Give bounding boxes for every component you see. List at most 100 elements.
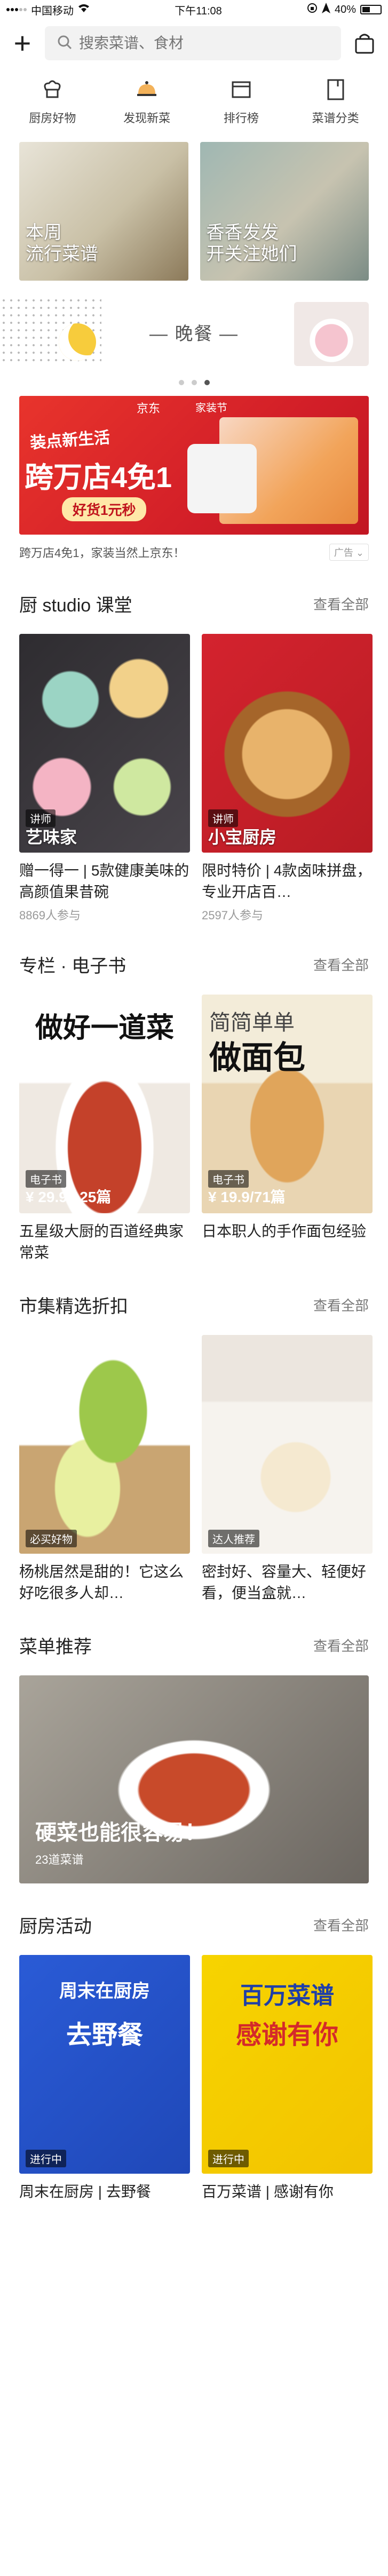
ebook-cover: 做好一道菜 电子书 ¥ 29.9/125篇 bbox=[19, 995, 190, 1213]
course-participants: 2597人参与 bbox=[202, 909, 263, 922]
jd-logo: 京东 bbox=[137, 402, 161, 415]
quick-nav-label: 菜谱分类 bbox=[312, 112, 359, 125]
dish-cover-icon bbox=[135, 78, 159, 101]
feature-tile-text: 香香发发 开关注她们 bbox=[207, 222, 297, 265]
event-cards: 周末在厨房 去野餐 进行中 周末在厨房 | 去野餐 百万菜谱 感谢有你 进行中 … bbox=[0, 1955, 388, 2203]
event-status-badge: 进行中 bbox=[208, 2150, 249, 2167]
see-all-link[interactable]: 查看全部 bbox=[313, 955, 369, 974]
ebook-title: 五星级大厨的百道经典家常菜 bbox=[19, 1223, 184, 1261]
see-all-link[interactable]: 查看全部 bbox=[313, 1635, 369, 1655]
product-card[interactable]: 达人推荐 密封好、容量大、轻便好看，便当盒就… bbox=[202, 1335, 373, 1604]
see-all-link[interactable]: 查看全部 bbox=[313, 1295, 369, 1315]
meal-thumbnail[interactable] bbox=[294, 302, 369, 366]
quick-nav-label: 厨房好物 bbox=[29, 112, 76, 125]
ebook-card[interactable]: 简简单单 做面包 电子书 ¥ 19.9/71篇 日本职人的手作面包经验 bbox=[202, 995, 373, 1263]
wifi-icon bbox=[78, 3, 90, 16]
feature-tile-weekly-popular[interactable]: 本周 流行菜谱 bbox=[19, 142, 188, 281]
quick-nav: 厨房好物 发现新菜 排行榜 菜谱分类 bbox=[0, 67, 388, 137]
poster-top-text: 周末在厨房 bbox=[59, 1981, 150, 2001]
event-card[interactable]: 百万菜谱 感谢有你 进行中 百万菜谱 | 感谢有你 bbox=[202, 1955, 373, 2203]
ebook-card[interactable]: 做好一道菜 电子书 ¥ 29.9/125篇 五星级大厨的百道经典家常菜 bbox=[19, 995, 190, 1263]
banner-headline: 装点新生活 bbox=[29, 428, 111, 452]
ebook-title: 日本职人的手作面包经验 bbox=[202, 1223, 367, 1239]
banner-illustration bbox=[187, 417, 358, 524]
feature-tile-line: 香香发发 bbox=[206, 222, 279, 243]
section-title: 厨房活动 bbox=[19, 1916, 92, 1937]
ad-banner[interactable]: 京东 家装节 装点新生活 跨万店4免1 好货1元秒 bbox=[19, 396, 369, 535]
ad-caption: 跨万店4免1，家装当然上京东！ bbox=[19, 546, 185, 560]
chef-hat-icon bbox=[41, 78, 64, 101]
battery-icon bbox=[360, 5, 382, 14]
feature-tile-text: 本周 流行菜谱 bbox=[26, 222, 98, 265]
menu-card-count: 23道菜谱 bbox=[35, 1853, 84, 1866]
ebook-cover-title: 做面包 bbox=[209, 1040, 305, 1076]
section-title: 菜单推荐 bbox=[19, 1636, 92, 1657]
section-header-studio: 厨 studio 课堂 查看全部 bbox=[0, 585, 388, 622]
quick-nav-ranking[interactable]: 排行榜 bbox=[204, 78, 279, 131]
product-image: 必买好物 bbox=[19, 1335, 190, 1554]
product-badge: 达人推荐 bbox=[208, 1530, 259, 1547]
course-card[interactable]: 讲师 小宝厨房 限时特价 | 4款卤味拼盘，专业开店百… 2597人参与 bbox=[202, 634, 373, 923]
top-bar: + bbox=[0, 19, 388, 67]
feature-tiles: 本周 流行菜谱 香香发发 开关注她们 bbox=[0, 142, 388, 281]
event-title: 百万菜谱 | 感谢有你 bbox=[202, 2183, 334, 2200]
banner-cta: 好货1元秒 bbox=[62, 497, 147, 521]
see-all-link[interactable]: 查看全部 bbox=[313, 1915, 369, 1935]
course-card[interactable]: 讲师 艺味家 赠一得一 | 5款健康美味的高颜值果昔碗 8869人参与 bbox=[19, 634, 190, 923]
product-card[interactable]: 必买好物 杨桃居然是甜的！它这么好吃很多人却… bbox=[19, 1335, 190, 1604]
carousel-dot bbox=[178, 380, 184, 385]
section-header-menu: 菜单推荐 查看全部 bbox=[0, 1626, 388, 1664]
clock: 下午11:08 bbox=[175, 5, 222, 17]
location-icon bbox=[321, 3, 330, 17]
ebook-price: ¥ 19.9/71篇 bbox=[208, 1189, 286, 1205]
ebook-price: ¥ 29.9/125篇 bbox=[26, 1189, 112, 1205]
shopping-bag-icon[interactable] bbox=[353, 31, 376, 55]
quick-nav-label: 发现新菜 bbox=[123, 112, 171, 125]
menu-card[interactable]: 硬菜也能很容易！ 23道菜谱 bbox=[19, 1675, 369, 1883]
event-title: 周末在厨房 | 去野餐 bbox=[19, 2183, 151, 2200]
feature-tile-line: 本周 bbox=[26, 222, 62, 243]
ebook-cards: 做好一道菜 电子书 ¥ 29.9/125篇 五星级大厨的百道经典家常菜 简简单单… bbox=[0, 995, 388, 1263]
section-header-events: 厨房活动 查看全部 bbox=[0, 1906, 388, 1943]
add-button[interactable]: + bbox=[12, 28, 33, 58]
quick-nav-discover[interactable]: 发现新菜 bbox=[109, 78, 184, 131]
section-header-market: 市集精选折扣 查看全部 bbox=[0, 1286, 388, 1323]
feature-tile-line: 开关注她们 bbox=[206, 244, 297, 264]
ebook-cover: 简简单单 做面包 电子书 ¥ 19.9/71篇 bbox=[202, 995, 373, 1213]
carousel-dot bbox=[191, 380, 197, 385]
quick-nav-kitchen-goods[interactable]: 厨房好物 bbox=[15, 78, 90, 131]
poster-main-text: 感谢有你 bbox=[235, 2021, 338, 2049]
carrier-label: 中国移动 bbox=[31, 5, 74, 17]
meal-carousel[interactable]: — 晚餐 — bbox=[0, 291, 388, 377]
quick-nav-label: 排行榜 bbox=[223, 112, 259, 125]
ad-tag[interactable]: 广告 ⌄ bbox=[329, 544, 369, 561]
course-image: 讲师 艺味家 bbox=[19, 634, 190, 853]
see-all-link[interactable]: 查看全部 bbox=[313, 594, 369, 614]
status-right: 40% bbox=[307, 3, 382, 17]
lock-rotation-icon bbox=[307, 3, 318, 17]
studio-cards: 讲师 艺味家 赠一得一 | 5款健康美味的高颜值果昔碗 8869人参与 讲师 小… bbox=[0, 634, 388, 923]
ad-tag-label: 广告 bbox=[334, 547, 353, 558]
poster-top-text: 百万菜谱 bbox=[240, 1983, 334, 2009]
carousel-dot-active bbox=[204, 380, 210, 385]
search-input[interactable] bbox=[79, 35, 329, 52]
product-badge: 必买好物 bbox=[26, 1530, 77, 1547]
product-title: 密封好、容量大、轻便好看，便当盒就… bbox=[202, 1563, 367, 1601]
event-poster: 周末在厨房 去野餐 进行中 bbox=[19, 1955, 190, 2174]
feature-tile-follow[interactable]: 香香发发 开关注她们 bbox=[200, 142, 369, 281]
course-image: 讲师 小宝厨房 bbox=[202, 634, 373, 853]
status-bar: 中国移动 下午11:08 40% bbox=[0, 0, 388, 19]
carousel-indicator bbox=[0, 380, 388, 391]
ranking-icon bbox=[229, 78, 253, 101]
quick-nav-category[interactable]: 菜谱分类 bbox=[298, 78, 373, 131]
banner-fest: 家装节 bbox=[195, 402, 227, 414]
section-title: 厨 studio 课堂 bbox=[19, 595, 132, 616]
menu-card-title: 硬菜也能很容易！ bbox=[35, 1821, 206, 1844]
section-title: 市集精选折扣 bbox=[19, 1296, 128, 1317]
event-card[interactable]: 周末在厨房 去野餐 进行中 周末在厨房 | 去野餐 bbox=[19, 1955, 190, 2203]
search-box[interactable] bbox=[45, 26, 341, 60]
banner-offer: 跨万店4免1 bbox=[25, 462, 172, 494]
ebook-cover-title: 做好一道菜 bbox=[35, 1013, 174, 1044]
lecturer-name: 小宝厨房 bbox=[208, 828, 277, 847]
product-title: 杨桃居然是甜的！它这么好吃很多人却… bbox=[19, 1563, 184, 1601]
